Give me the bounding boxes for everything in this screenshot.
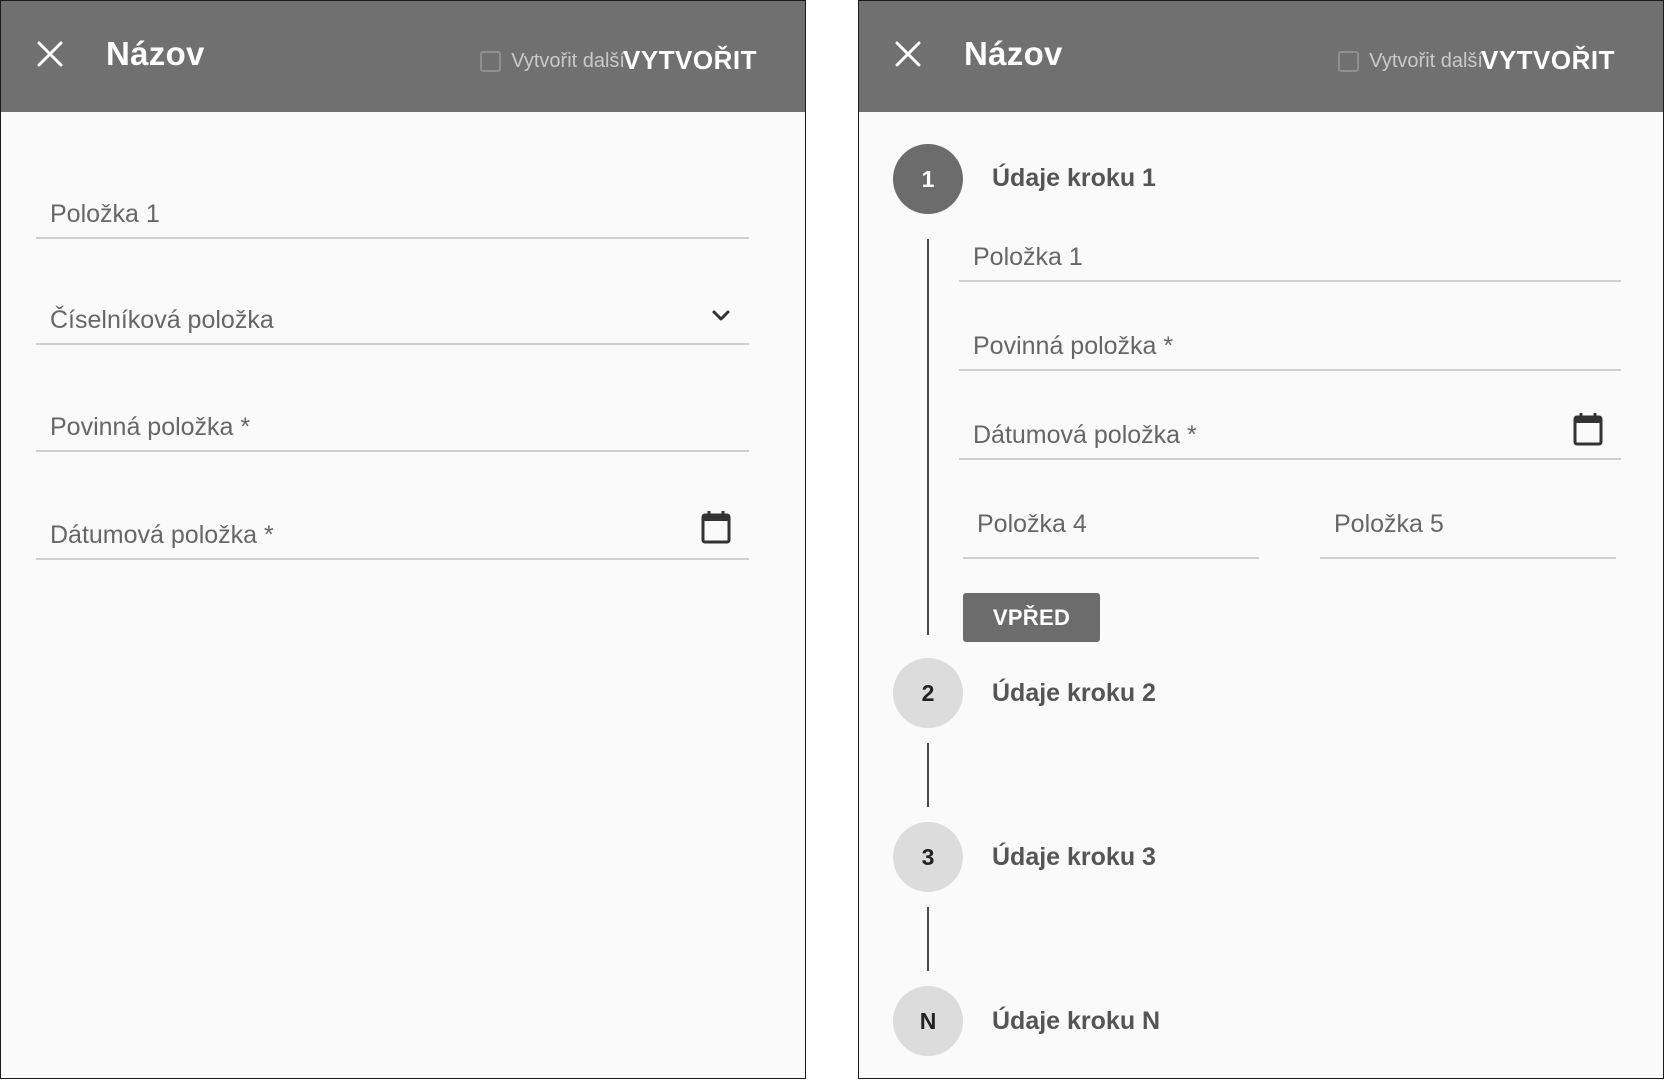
create-more-checkbox[interactable] <box>480 50 502 72</box>
date-item-field[interactable]: Dátumová položka * <box>36 506 749 560</box>
step1-item-4-field[interactable]: Položka 4 <box>963 501 1259 559</box>
step-connector <box>927 907 929 971</box>
item-1-label: Položka 1 <box>50 200 160 228</box>
app-bar: Názov Vytvořit další VYTVOŘIT <box>1 1 805 112</box>
chevron-down-icon[interactable] <box>711 309 731 323</box>
step-1-indicator[interactable]: 1 <box>893 144 963 214</box>
step1-item-1-label: Položka 1 <box>973 243 1083 271</box>
step1-item-5-label: Položka 5 <box>1334 510 1444 538</box>
app-bar: Názov Vytvořit další VYTVOŘIT <box>859 1 1663 112</box>
create-button[interactable]: VYTVOŘIT <box>1481 45 1615 76</box>
step1-item-1-field[interactable]: Položka 1 <box>959 233 1621 282</box>
calendar-icon[interactable] <box>1573 412 1603 446</box>
step-3-title[interactable]: Údaje kroku 3 <box>992 843 1156 872</box>
step-1-title[interactable]: Údaje kroku 1 <box>992 164 1156 193</box>
dialog-title: Názov <box>106 35 205 72</box>
create-more-option[interactable]: Vytvořit další <box>1338 47 1483 75</box>
date-item-label: Dátumová položka * <box>50 521 274 549</box>
create-more-label: Vytvořit další <box>511 49 625 72</box>
next-step-button[interactable]: VPŘED <box>963 593 1100 642</box>
item-1-field[interactable]: Položka 1 <box>36 191 749 239</box>
create-more-label: Vytvořit další <box>1369 49 1483 72</box>
codelist-select[interactable]: Číselníková položka <box>36 299 749 345</box>
dialog-simple-form: Názov Vytvořit další VYTVOŘIT Položka 1 … <box>0 0 806 1079</box>
close-icon[interactable] <box>37 41 63 67</box>
step1-required-item-field[interactable]: Povinná položka * <box>959 322 1621 371</box>
step-connector <box>927 743 929 807</box>
step-connector <box>927 239 929 635</box>
calendar-icon[interactable] <box>701 510 731 544</box>
dialog-stepper-form: Názov Vytvořit další VYTVOŘIT 1 Údaje kr… <box>858 0 1664 1079</box>
codelist-label: Číselníková položka <box>50 306 274 334</box>
step1-item-5-field[interactable]: Položka 5 <box>1320 501 1616 559</box>
step-n-title[interactable]: Údaje kroku N <box>992 1007 1160 1036</box>
step1-date-item-field[interactable]: Dátumová položka * <box>959 406 1621 460</box>
required-item-label: Povinná položka * <box>50 413 251 441</box>
create-more-checkbox[interactable] <box>1338 50 1360 72</box>
dialog-title: Názov <box>964 35 1063 72</box>
close-icon[interactable] <box>895 41 921 67</box>
create-more-option[interactable]: Vytvořit další <box>480 47 625 75</box>
step-3-indicator[interactable]: 3 <box>893 822 963 892</box>
step1-date-item-label: Dátumová položka * <box>973 421 1197 449</box>
step-2-title[interactable]: Údaje kroku 2 <box>992 679 1156 708</box>
step1-item-4-label: Položka 4 <box>977 510 1087 538</box>
required-item-field[interactable]: Povinná položka * <box>36 406 749 452</box>
step-n-indicator[interactable]: N <box>893 986 963 1056</box>
create-button[interactable]: VYTVOŘIT <box>623 45 757 76</box>
step-2-indicator[interactable]: 2 <box>893 658 963 728</box>
step1-required-item-label: Povinná položka * <box>973 332 1174 360</box>
